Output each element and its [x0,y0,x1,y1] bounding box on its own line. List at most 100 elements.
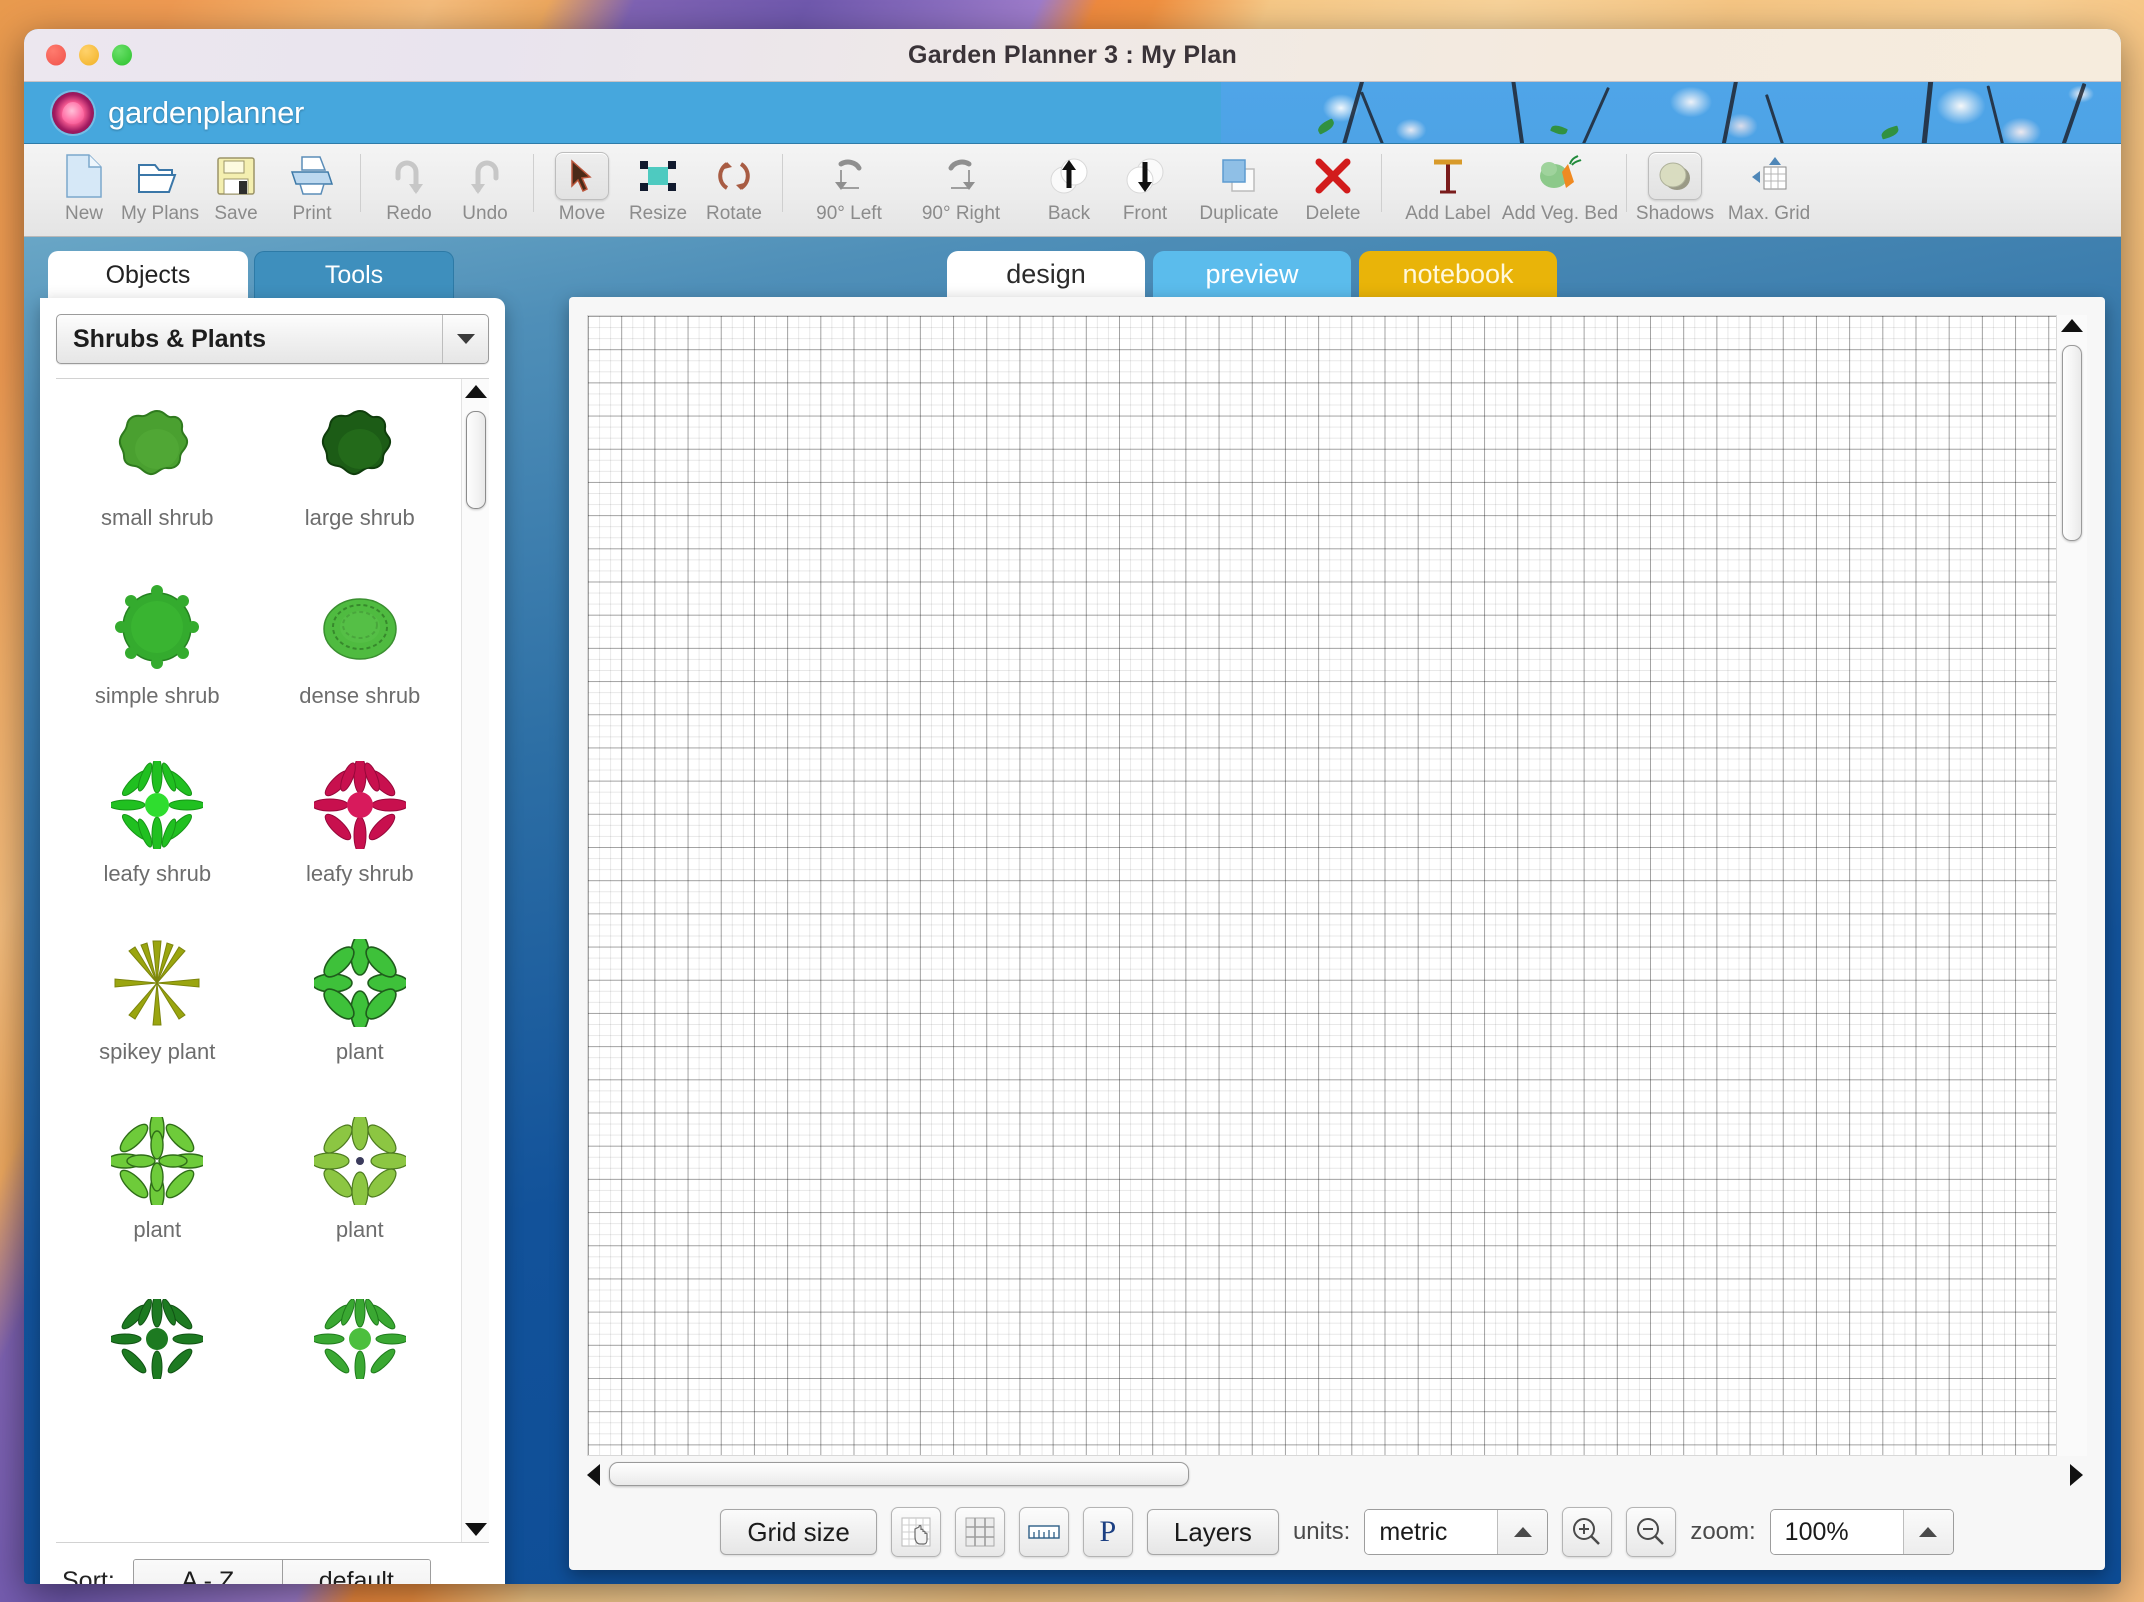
toolbar-button-rotate[interactable]: Rotate [696,152,772,225]
plant-rosette-icon [107,1113,207,1209]
object-item-large-shrub[interactable]: large shrub [259,391,462,569]
toolbar-button-rotate-right[interactable]: 90° Right [905,152,1017,225]
units-stepper-button[interactable] [1497,1510,1548,1554]
object-item-leafy-shrub-red[interactable]: leafy shrub [259,747,462,925]
object-item-plant-fern[interactable]: plant [259,1103,462,1281]
toolbar-label: Back [1047,203,1091,224]
toolbar-label: Add Label [1405,203,1491,224]
toolbar-button-duplicate[interactable]: Duplicate [1183,152,1295,225]
zoom-out-button[interactable] [1626,1507,1677,1557]
toolbar-button-front[interactable]: Front [1107,152,1183,225]
tab-tools[interactable]: Tools [254,251,454,299]
scroll-down-arrow-icon[interactable] [464,1523,487,1536]
toolbar-button-save[interactable]: Save [198,152,274,225]
object-item-plant-light-spiky[interactable] [259,1281,462,1459]
small-shrub-icon [107,401,207,497]
zoom-select[interactable]: 100% [1769,1509,1954,1555]
toolbar-button-print[interactable]: Print [274,152,350,225]
tab-design-label: design [1006,258,1086,289]
toolbar-button-max-grid[interactable]: Max. Grid [1713,152,1825,225]
object-item-plant-star[interactable]: plant [259,925,462,1103]
tab-objects-label: Objects [105,260,191,289]
toolbar-label: Front [1122,203,1168,224]
canvas-vscroll-thumb[interactable] [2062,345,2082,541]
toolbar-button-undo[interactable]: Undo [447,152,523,225]
units-label: units: [1292,1518,1351,1545]
toolbar-label: Redo [386,203,432,224]
toolbar-label: My Plans [120,203,200,224]
scrollbar-thumb[interactable] [466,411,486,509]
toolbar-label: Resize [628,203,688,224]
object-item-plant-rosette[interactable]: plant [56,1103,259,1281]
toolbar-button-resize[interactable]: Resize [620,152,696,225]
toolbar-button-add-label[interactable]: Add Label [1392,152,1504,225]
minimize-button[interactable] [79,44,99,66]
sidebar-tabs: Objects Tools [40,251,505,299]
grid-size-button[interactable]: Grid size [720,1509,877,1555]
toolbar-button-my-plans[interactable]: My Plans [120,152,200,225]
blossom-photo [1221,82,2121,143]
zoom-in-icon [1573,1518,1601,1545]
tab-notebook[interactable]: notebook [1359,251,1557,297]
object-item-label: leafy shrub [305,861,414,886]
units-select[interactable]: metric [1364,1509,1549,1555]
object-item-dense-shrub[interactable]: dense shrub [259,569,462,747]
canvas-hscroll-thumb[interactable] [609,1462,1189,1486]
toolbar-button-shadows[interactable]: Shadows [1636,152,1714,225]
open-folder-icon [136,152,184,200]
toolbar-label: Undo [462,203,508,224]
grid-pointer-toggle[interactable] [890,1507,941,1557]
brand-banner: gardenplanner [24,82,2121,144]
zoom-in-button[interactable] [1562,1507,1613,1557]
toolbar-button-redo[interactable]: Redo [371,152,447,225]
object-item-plant-dark-spiky[interactable] [56,1281,259,1459]
app-window: Garden Planner 3 : My Plan gardenplanner [24,29,2121,1584]
object-item-spikey-plant[interactable]: spikey plant [56,925,259,1103]
plan-p-toggle[interactable]: P [1082,1507,1133,1557]
toolbar-separator [1381,154,1382,212]
toolbar-label: Rotate [706,203,762,224]
sort-option-a-z[interactable]: A - Z [133,1559,282,1584]
toolbar-label: Save [214,203,258,224]
p-letter-icon: P [1099,1515,1117,1548]
canvas-vertical-scrollbar[interactable] [2057,315,2087,1456]
sort-option-default[interactable]: default [281,1559,430,1584]
tab-preview[interactable]: preview [1153,251,1351,297]
category-dropdown[interactable]: Shrubs & Plants [56,314,489,364]
canvas-scroll-up-arrow-icon[interactable] [2061,319,2083,332]
objects-scrollbar[interactable] [461,379,489,1542]
toolbar-button-back[interactable]: Back [1031,152,1107,225]
ruler-toggle[interactable] [1018,1507,1069,1557]
object-item-label: spikey plant [99,1039,216,1064]
toolbar-separator [1626,154,1627,212]
layers-button[interactable]: Layers [1146,1509,1279,1555]
toolbar-button-delete[interactable]: Delete [1295,152,1371,225]
object-item-simple-shrub[interactable]: simple shrub [56,569,259,747]
grid-lines-icon [965,1517,995,1547]
canvas-scroll-left-arrow-icon[interactable] [587,1464,600,1486]
object-item-leafy-shrub-green[interactable]: leafy shrub [56,747,259,925]
tab-objects[interactable]: Objects [48,251,248,299]
close-button[interactable] [46,44,66,66]
object-item-small-shrub[interactable]: small shrub [56,391,259,569]
toolbar-button-add-veg-bed[interactable]: Add Veg. Bed [1502,152,1618,225]
object-item-label: simple shrub [94,683,220,708]
tab-design[interactable]: design [947,251,1145,297]
toolbar-button-rotate-left[interactable]: 90° Left [793,152,905,225]
shadow-ellipse-icon [1648,152,1702,200]
object-item-label: leafy shrub [103,861,212,886]
zoom-button[interactable] [112,44,132,66]
design-canvas[interactable] [587,315,2057,1456]
objects-scroll-area: small shrub large shrub simple shrub den… [56,378,489,1542]
canvas-horizontal-scrollbar[interactable] [587,1456,2087,1494]
duplicate-squares-icon [1218,152,1260,200]
tab-tools-label: Tools [324,261,384,289]
grid-lines-toggle[interactable] [954,1507,1005,1557]
dense-shrub-icon [310,579,410,675]
zoom-stepper-button[interactable] [1902,1510,1953,1554]
toolbar-button-new[interactable]: New [46,152,122,225]
canvas-scroll-right-arrow-icon[interactable] [2070,1464,2083,1486]
scroll-up-arrow-icon[interactable] [464,385,487,398]
max-grid-icon [1746,152,1792,200]
toolbar-button-move[interactable]: Move [544,152,620,225]
